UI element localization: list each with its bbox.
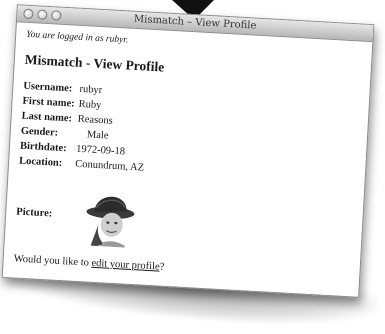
edit-profile-prefix: Would you like to — [13, 253, 92, 269]
edit-profile-link[interactable]: edit your profile — [91, 258, 160, 273]
edit-profile-prompt: Would you like to edit your profile? — [13, 253, 349, 283]
profile-table: Username: rubyr First name: Ruby Last na… — [19, 80, 153, 177]
location-label: Location: — [18, 155, 63, 169]
page-content: You are logged in as rubyr. Mismatch - V… — [3, 22, 372, 288]
browser-window: Mismatch – View Profile You are logged i… — [1, 4, 375, 298]
profile-picture — [86, 196, 135, 248]
picture-row: Picture: — [15, 182, 354, 261]
edit-profile-suffix: ? — [159, 261, 165, 273]
location-value: Conundrum, AZ — [74, 158, 145, 174]
picture-label: Picture: — [16, 206, 53, 220]
page-title: Mismatch - View Profile — [24, 51, 165, 75]
